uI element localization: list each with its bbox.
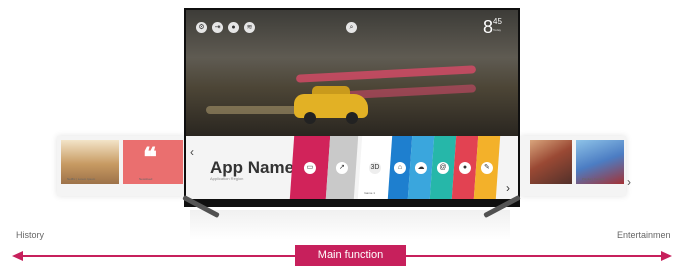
tv-reflection xyxy=(190,210,510,240)
browser-icon: ↗ xyxy=(335,162,348,174)
arrow-right-icon xyxy=(661,251,672,261)
at-icon: @ xyxy=(436,162,449,174)
history-card-caption: Newsfeed xyxy=(139,177,153,181)
chevron-right-icon[interactable]: › xyxy=(506,181,510,195)
clock-date: Today xyxy=(493,28,502,32)
chevron-left-icon[interactable]: ‹ xyxy=(190,145,194,159)
note-icon: ✎ xyxy=(480,162,493,174)
taxi-wheel xyxy=(346,112,358,124)
entertainment-card-caption: Playlist | Content xyxy=(582,177,605,181)
history-card-1[interactable]: Netflix | Lorem Ipsum xyxy=(61,140,119,184)
home-icon: ⌂ xyxy=(393,162,406,174)
user-icon[interactable]: ● xyxy=(228,22,239,33)
launcher-card-3d[interactable]: 3D Game 1 xyxy=(357,136,393,199)
entertainment-label: Entertainmen xyxy=(617,230,671,240)
app-title: App Name xyxy=(210,158,295,177)
history-label: History xyxy=(16,230,45,240)
launcher-card-note[interactable]: ✎ xyxy=(473,136,501,199)
tv-screen: ⚙ ⇥ ● ≋ ⌕ 8 45 Today xyxy=(186,10,518,136)
tv-icon: ▭ xyxy=(303,162,316,174)
launcher-card-caption: Game 1 xyxy=(364,191,375,195)
tv-frame: ⚙ ⇥ ● ≋ ⌕ 8 45 Today ‹ App Name Applicat… xyxy=(184,8,520,207)
history-panel: Netflix | Lorem Ipsum ❝ Newsfeed xyxy=(57,136,185,196)
quote-icon: ❝ xyxy=(143,143,157,173)
wifi-icon[interactable]: ≋ xyxy=(244,22,255,33)
app-subtitle: Application Region xyxy=(210,176,244,181)
entertainment-panel: Playlist | Content xyxy=(520,136,626,196)
input-icon[interactable]: ⇥ xyxy=(212,22,223,33)
clock-hour: 8 xyxy=(483,17,494,37)
search-icon[interactable]: ⌕ xyxy=(346,22,357,33)
entertainment-card-2[interactable]: Playlist | Content xyxy=(576,140,624,184)
launcher-card-tv[interactable]: ▭ xyxy=(289,136,331,199)
history-card-caption: Netflix | Lorem Ipsum xyxy=(67,177,96,181)
taxi-wheel xyxy=(304,112,316,124)
launcher-card-browser[interactable]: ↗ xyxy=(325,136,359,199)
arrow-left-icon xyxy=(12,251,23,261)
settings-icon[interactable]: ⚙ xyxy=(196,22,207,33)
chat-icon: ● xyxy=(458,162,471,174)
clock-minute: 45 xyxy=(493,17,502,26)
main-function-badge: Main function xyxy=(295,245,406,266)
entertainment-card-1[interactable] xyxy=(530,140,572,184)
chevron-right-icon[interactable]: › xyxy=(627,176,637,188)
launcher-bar: ‹ App Name Application Region ▭ ↗ 3D Gam… xyxy=(186,136,518,199)
light-streak xyxy=(295,65,477,83)
3d-icon: 3D xyxy=(368,162,381,174)
cloud-icon: ☁ xyxy=(414,162,427,174)
history-card-2[interactable]: ❝ Newsfeed xyxy=(123,140,183,184)
